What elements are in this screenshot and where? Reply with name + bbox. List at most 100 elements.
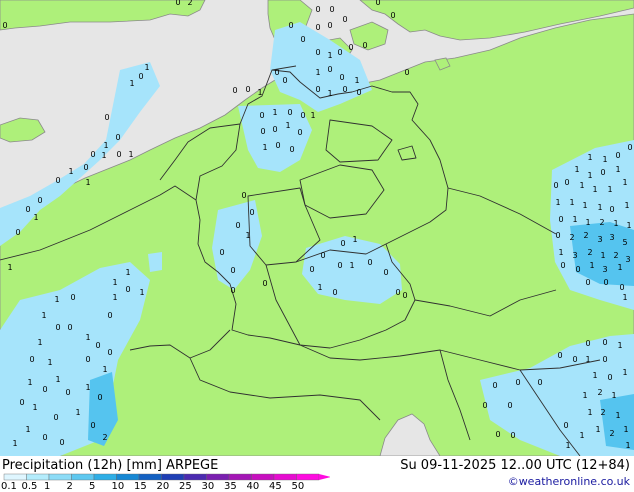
- precip-value-label: 0: [272, 125, 277, 134]
- precip-value-label: 1: [310, 111, 315, 120]
- precip-value-label: 0: [15, 228, 20, 237]
- precip-value-label: 1: [613, 219, 618, 228]
- precip-value-label: 1: [262, 143, 267, 152]
- precip-value-label: 1: [572, 215, 577, 224]
- precip-value-label: 0: [288, 21, 293, 30]
- precip-value-label: 3: [597, 235, 602, 244]
- precip-value-label: 0: [507, 401, 512, 410]
- precip-value-label: 1: [582, 391, 587, 400]
- precip-value-label: 0: [537, 378, 542, 387]
- precip-value-label: 0: [600, 168, 605, 177]
- precip-value-label: 0: [249, 208, 254, 217]
- precip-value-label: 0: [59, 438, 64, 447]
- precip-value-label: 1: [352, 235, 357, 244]
- precip-value-label: 1: [595, 425, 600, 434]
- precip-value-label: 0: [107, 311, 112, 320]
- precip-value-label: 1: [617, 263, 622, 272]
- precipitation-map[interactable]: 2000000000001010001000100010010010001001…: [0, 0, 634, 456]
- precip-value-label: 1: [349, 261, 354, 270]
- credit-link[interactable]: ©weatheronline.co.uk: [508, 475, 630, 488]
- precip-value-label: 0: [262, 279, 267, 288]
- scale-swatch: [296, 473, 320, 481]
- precip-value-label: 0: [337, 261, 342, 270]
- precip-value-label: 0: [55, 323, 60, 332]
- valid-time: Su 09-11-2025 12..00 UTC (12+84): [400, 458, 630, 473]
- precip-value-label: 0: [245, 85, 250, 94]
- precip-value-label: 0: [572, 355, 577, 364]
- precip-value-label: 1: [25, 425, 30, 434]
- precip-value-label: 0: [332, 288, 337, 297]
- precip-value-label: 0: [404, 68, 409, 77]
- precip-value-label: 0: [116, 150, 121, 159]
- precip-value-label: 0: [603, 278, 608, 287]
- precip-value-label: 1: [579, 181, 584, 190]
- precip-value-label: 1: [587, 153, 592, 162]
- precip-value-label: 0: [327, 21, 332, 30]
- precip-value-label: 2: [569, 233, 574, 242]
- precip-value-label: 1: [32, 403, 37, 412]
- precip-value-label: 1: [585, 355, 590, 364]
- precip-value-label: 0: [107, 348, 112, 357]
- scale-swatch: [93, 473, 117, 481]
- precip-value-label: 0: [348, 43, 353, 52]
- scale-tick-label: 50: [291, 481, 305, 492]
- precip-value-label: 0: [563, 421, 568, 430]
- precip-value-label: 0: [125, 285, 130, 294]
- precip-value-label: 1: [112, 278, 117, 287]
- precip-value-label: 0: [553, 181, 558, 190]
- precip-value-label: 1: [125, 268, 130, 277]
- precip-value-label: 1: [615, 165, 620, 174]
- precip-value-label: 1: [611, 391, 616, 400]
- precip-value-label: 3: [609, 233, 614, 242]
- precip-value-label: 0: [627, 143, 632, 152]
- scale-swatch: [183, 473, 207, 481]
- precip-value-label: 0: [90, 421, 95, 430]
- precip-value-label: 0: [495, 430, 500, 439]
- precip-value-label: 1: [315, 68, 320, 77]
- precip-value-label: 1: [623, 425, 628, 434]
- precip-value-label: 1: [587, 408, 592, 417]
- precip-value-label: 1: [33, 213, 38, 222]
- precip-value-label: 0: [67, 323, 72, 332]
- precip-value-label: 0: [300, 35, 305, 44]
- precip-value-label: 0: [29, 355, 34, 364]
- scale-tick-label: 25: [179, 481, 192, 492]
- precip-value-label: 0: [315, 48, 320, 57]
- precip-value-label: 0: [289, 145, 294, 154]
- precip-value-label: 1: [565, 441, 570, 450]
- precip-value-label: 1: [592, 185, 597, 194]
- precip-value-label: 0: [19, 398, 24, 407]
- scale-swatch: [26, 473, 50, 481]
- precip-value-label: 0: [585, 339, 590, 348]
- precip-value-label: 0: [557, 351, 562, 360]
- precip-value-label: 0: [300, 111, 305, 120]
- precip-value-label: 0: [55, 176, 60, 185]
- precip-value-label: 1: [624, 201, 629, 210]
- precip-value-label: 0: [260, 127, 265, 136]
- precip-value-label: 0: [356, 88, 361, 97]
- scale-tick-label: 1: [44, 481, 51, 492]
- precip-value-label: 1: [54, 295, 59, 304]
- precip-value-label: 1: [103, 141, 108, 150]
- precip-value-label: 0: [232, 86, 237, 95]
- precip-value-label: 0: [2, 21, 7, 30]
- precip-value-label: 0: [602, 338, 607, 347]
- precip-value-label: 0: [367, 258, 372, 267]
- precip-value-label: 1: [85, 333, 90, 342]
- precip-value-label: 0: [65, 388, 70, 397]
- precip-value-label: 0: [25, 205, 30, 214]
- precip-value-label: 1: [587, 171, 592, 180]
- precip-value-label: 0: [320, 251, 325, 260]
- precip-value-label: 1: [617, 341, 622, 350]
- precip-value-label: 3: [572, 251, 577, 260]
- precip-value-label: 0: [309, 265, 314, 274]
- precip-value-label: 0: [560, 261, 565, 270]
- precip-value-label: 1: [55, 375, 60, 384]
- scale-tick-label: 10: [111, 481, 125, 492]
- scale-tick-label: 2: [66, 481, 73, 492]
- scale-swatch: [71, 473, 95, 481]
- precip-value-label: 1: [129, 79, 134, 88]
- precip-value-label: 1: [102, 365, 107, 374]
- precip-value-label: 3: [602, 265, 607, 274]
- precip-value-label: 1: [68, 167, 73, 176]
